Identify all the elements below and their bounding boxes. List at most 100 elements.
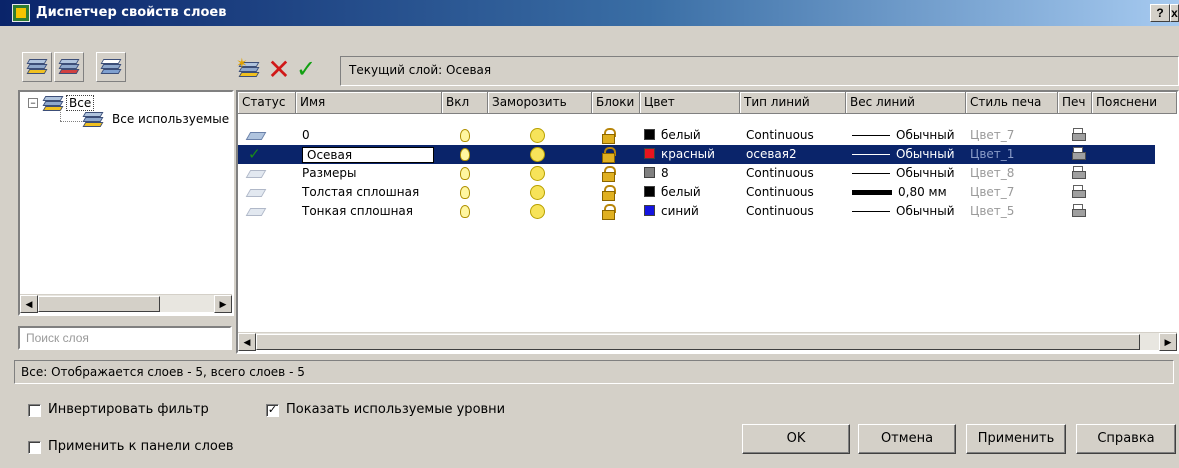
col-header-lock[interactable]: Блоки — [592, 92, 640, 114]
plotstyle-cell[interactable]: Цвет_7 — [968, 183, 1056, 202]
lightbulb-icon[interactable] — [460, 129, 470, 142]
col-header-description[interactable]: Пояснени — [1092, 92, 1177, 114]
close-button[interactable]: x — [1170, 4, 1179, 22]
linetype-cell[interactable]: Continuous — [744, 183, 844, 202]
freeze-cell[interactable] — [526, 202, 550, 221]
layer-name[interactable]: 0 — [302, 128, 310, 142]
printer-icon[interactable] — [1072, 147, 1086, 160]
col-header-plot[interactable]: Печ — [1058, 92, 1092, 114]
col-header-on[interactable]: Вкл — [442, 92, 488, 114]
layer-name-cell[interactable]: Толстая сплошная — [300, 183, 436, 202]
plotstyle-cell[interactable]: Цвет_7 — [968, 126, 1056, 145]
col-header-lineweight[interactable]: Вес линий — [846, 92, 966, 114]
table-row[interactable]: Размеры 8 Continuous Обычный Цвет_8 — [238, 164, 1155, 183]
printer-icon[interactable] — [1072, 204, 1086, 217]
table-row[interactable]: Тонкая сплошная синий Continuous Обычный Цве… — [238, 202, 1155, 221]
new-layer-button[interactable]: ✶ — [236, 55, 262, 83]
on-cell[interactable] — [454, 202, 478, 221]
padlock-icon[interactable] — [602, 166, 616, 182]
plot-cell[interactable] — [1068, 126, 1090, 145]
lock-cell[interactable] — [598, 202, 622, 221]
padlock-icon[interactable] — [602, 128, 616, 144]
linetype-cell[interactable]: осевая2 — [744, 145, 844, 164]
grid-scroll-left-button[interactable]: ◀ — [238, 333, 256, 351]
col-header-linetype[interactable]: Тип линий — [740, 92, 846, 114]
table-row[interactable]: Толстая сплошная белый Continuous 0,80 мм Цв… — [238, 183, 1155, 202]
layer-name[interactable]: Тонкая сплошная — [302, 204, 413, 218]
color-cell[interactable]: красный — [642, 145, 738, 164]
col-header-color[interactable]: Цвет — [640, 92, 740, 114]
grid-scroll-right-button[interactable]: ▶ — [1159, 333, 1177, 351]
linetype-cell[interactable]: Continuous — [744, 164, 844, 183]
on-cell[interactable] — [454, 183, 478, 202]
table-row[interactable]: 0 белый Continuous Обычный Цвет_7 — [238, 126, 1155, 145]
printer-icon[interactable] — [1072, 128, 1086, 141]
show-used-checkbox[interactable]: ✓ — [266, 404, 279, 417]
layer-states-manager-button[interactable] — [96, 52, 126, 82]
on-cell[interactable] — [454, 145, 478, 164]
freeze-cell[interactable] — [526, 183, 550, 202]
lock-cell[interactable] — [598, 145, 622, 164]
printer-icon[interactable] — [1072, 166, 1086, 179]
grid-scroll-thumb[interactable] — [256, 334, 1140, 350]
lightbulb-icon[interactable] — [460, 148, 470, 161]
linetype-cell[interactable]: Continuous — [744, 126, 844, 145]
freeze-cell[interactable] — [526, 164, 550, 183]
color-cell[interactable]: 8 — [642, 164, 738, 183]
layer-name[interactable]: Осевая — [302, 147, 434, 163]
plot-cell[interactable] — [1068, 164, 1090, 183]
sun-icon[interactable] — [530, 204, 545, 219]
lock-cell[interactable] — [598, 183, 622, 202]
scroll-thumb[interactable] — [38, 296, 160, 312]
padlock-icon[interactable] — [602, 147, 616, 163]
plotstyle-cell[interactable]: Цвет_5 — [968, 202, 1056, 221]
lock-cell[interactable] — [598, 164, 622, 183]
new-group-filter-button[interactable] — [54, 52, 84, 82]
delete-layer-button[interactable]: ✕ — [266, 55, 292, 85]
freeze-cell[interactable] — [526, 126, 550, 145]
layer-name-cell[interactable]: Тонкая сплошная — [300, 202, 436, 221]
apply-to-panel-checkbox[interactable] — [28, 441, 41, 454]
color-cell[interactable]: белый — [642, 126, 738, 145]
grid-scrollbar[interactable]: ◀ ▶ — [238, 332, 1177, 351]
lineweight-cell[interactable]: 0,80 мм — [850, 183, 966, 202]
collapse-toggle[interactable]: − — [28, 98, 38, 108]
linetype-cell[interactable]: Continuous — [744, 202, 844, 221]
layer-name[interactable]: Толстая сплошная — [302, 185, 419, 199]
col-header-name[interactable]: Имя — [296, 92, 442, 114]
on-cell[interactable] — [454, 126, 478, 145]
tree-item-all[interactable]: Все — [66, 95, 95, 111]
tree-item-all-used[interactable]: Все используемые — [112, 112, 230, 126]
printer-icon[interactable] — [1072, 185, 1086, 198]
lightbulb-icon[interactable] — [460, 167, 470, 180]
sun-icon[interactable] — [530, 147, 545, 162]
plotstyle-cell[interactable]: Цвет_1 — [968, 145, 1056, 164]
padlock-icon[interactable] — [602, 204, 616, 220]
status-cell[interactable]: ✓ — [238, 145, 296, 164]
color-cell[interactable]: белый — [642, 183, 738, 202]
lock-cell[interactable] — [598, 126, 622, 145]
tree-scrollbar[interactable]: ◀ ▶ — [20, 294, 232, 313]
cancel-button[interactable]: Отмена — [858, 424, 956, 454]
sun-icon[interactable] — [530, 185, 545, 200]
scroll-right-button[interactable]: ▶ — [214, 295, 232, 313]
plot-cell[interactable] — [1068, 183, 1090, 202]
help-button[interactable]: ? — [1150, 4, 1170, 22]
layer-name-cell[interactable]: Осевая — [300, 145, 436, 164]
apply-button[interactable]: Применить — [966, 424, 1066, 454]
ok-button[interactable]: OK — [742, 424, 850, 454]
scroll-left-button[interactable]: ◀ — [20, 295, 38, 313]
lightbulb-icon[interactable] — [460, 186, 470, 199]
status-cell[interactable] — [238, 164, 296, 183]
sun-icon[interactable] — [530, 128, 545, 143]
search-input[interactable]: Поиск слоя — [18, 326, 232, 350]
plot-cell[interactable] — [1068, 145, 1090, 164]
lineweight-cell[interactable]: Обычный — [850, 164, 966, 183]
freeze-cell[interactable] — [526, 145, 550, 164]
help-dialog-button[interactable]: Справка — [1076, 424, 1176, 454]
lineweight-cell[interactable]: Обычный — [850, 145, 966, 164]
padlock-icon[interactable] — [602, 185, 616, 201]
lineweight-cell[interactable]: Обычный — [850, 202, 966, 221]
plot-cell[interactable] — [1068, 202, 1090, 221]
new-property-filter-button[interactable] — [22, 52, 52, 82]
